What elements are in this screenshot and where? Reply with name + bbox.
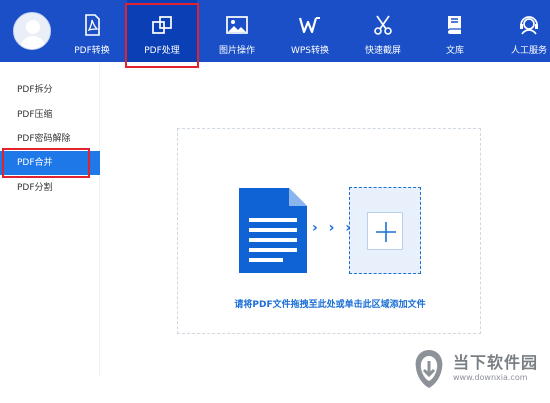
toolbar-item-support[interactable]: 人工服务: [494, 0, 550, 62]
toolbar-item-image-ops[interactable]: 图片操作: [202, 0, 272, 62]
top-toolbar: PDF转换 PDF处理 图片操作 WPS转换 快速截屏 文库 人工服务: [0, 0, 550, 62]
toolbar-label: 快速截屏: [364, 46, 401, 56]
drop-hint-text: 请将PDF文件拖拽至此处或单击此区域添加文件: [234, 300, 426, 310]
sidebar-item-split[interactable]: PDF拆分: [0, 78, 100, 102]
wps-logo-icon: [298, 17, 320, 34]
toolbar-item-wps-convert[interactable]: WPS转换: [275, 0, 345, 62]
book-icon: [447, 16, 461, 34]
toolbar-label: WPS转换: [290, 46, 330, 56]
watermark-title: 当下软件园: [453, 353, 539, 372]
toolbar-item-pdf-convert[interactable]: PDF转换: [57, 0, 127, 62]
picture-icon: [226, 16, 248, 34]
plus-icon: [376, 222, 396, 242]
sidebar-item-password-remove[interactable]: PDF密码解除: [0, 127, 100, 151]
toolbar-item-screenshot[interactable]: 快速截屏: [348, 0, 418, 62]
toolbar-label: 文库: [445, 46, 464, 56]
toolbar-label: PDF处理: [144, 46, 180, 56]
scissors-icon: [374, 15, 392, 35]
headset-icon: [520, 16, 538, 35]
toolbar-item-library[interactable]: 文库: [420, 0, 490, 62]
overlapping-squares-icon: [152, 16, 172, 34]
watermark-url: www.downxia.com: [453, 373, 528, 382]
arrows-icon: › › ›: [312, 220, 355, 236]
toolbar-label: 图片操作: [218, 46, 255, 56]
add-file-button[interactable]: [349, 187, 421, 274]
file-drop-zone[interactable]: › › › 请将PDF文件拖拽至此处或单击此区域添加文件: [177, 128, 481, 334]
sidebar-item-divide[interactable]: PDF分割: [0, 176, 100, 200]
downxia-logo-icon: [415, 350, 443, 388]
user-avatar[interactable]: [13, 12, 51, 50]
toolbar-label: 人工服务: [510, 46, 547, 56]
sidebar-item-merge[interactable]: PDF合并: [0, 151, 100, 175]
watermark: 当下软件园 www.downxia.com: [413, 345, 550, 400]
toolbar-label: PDF转换: [74, 46, 110, 56]
sidebar-item-compress[interactable]: PDF压缩: [0, 103, 100, 127]
pdf-document-icon: [85, 14, 100, 36]
toolbar-item-pdf-process[interactable]: PDF处理: [127, 0, 197, 62]
document-icon: [239, 188, 307, 273]
